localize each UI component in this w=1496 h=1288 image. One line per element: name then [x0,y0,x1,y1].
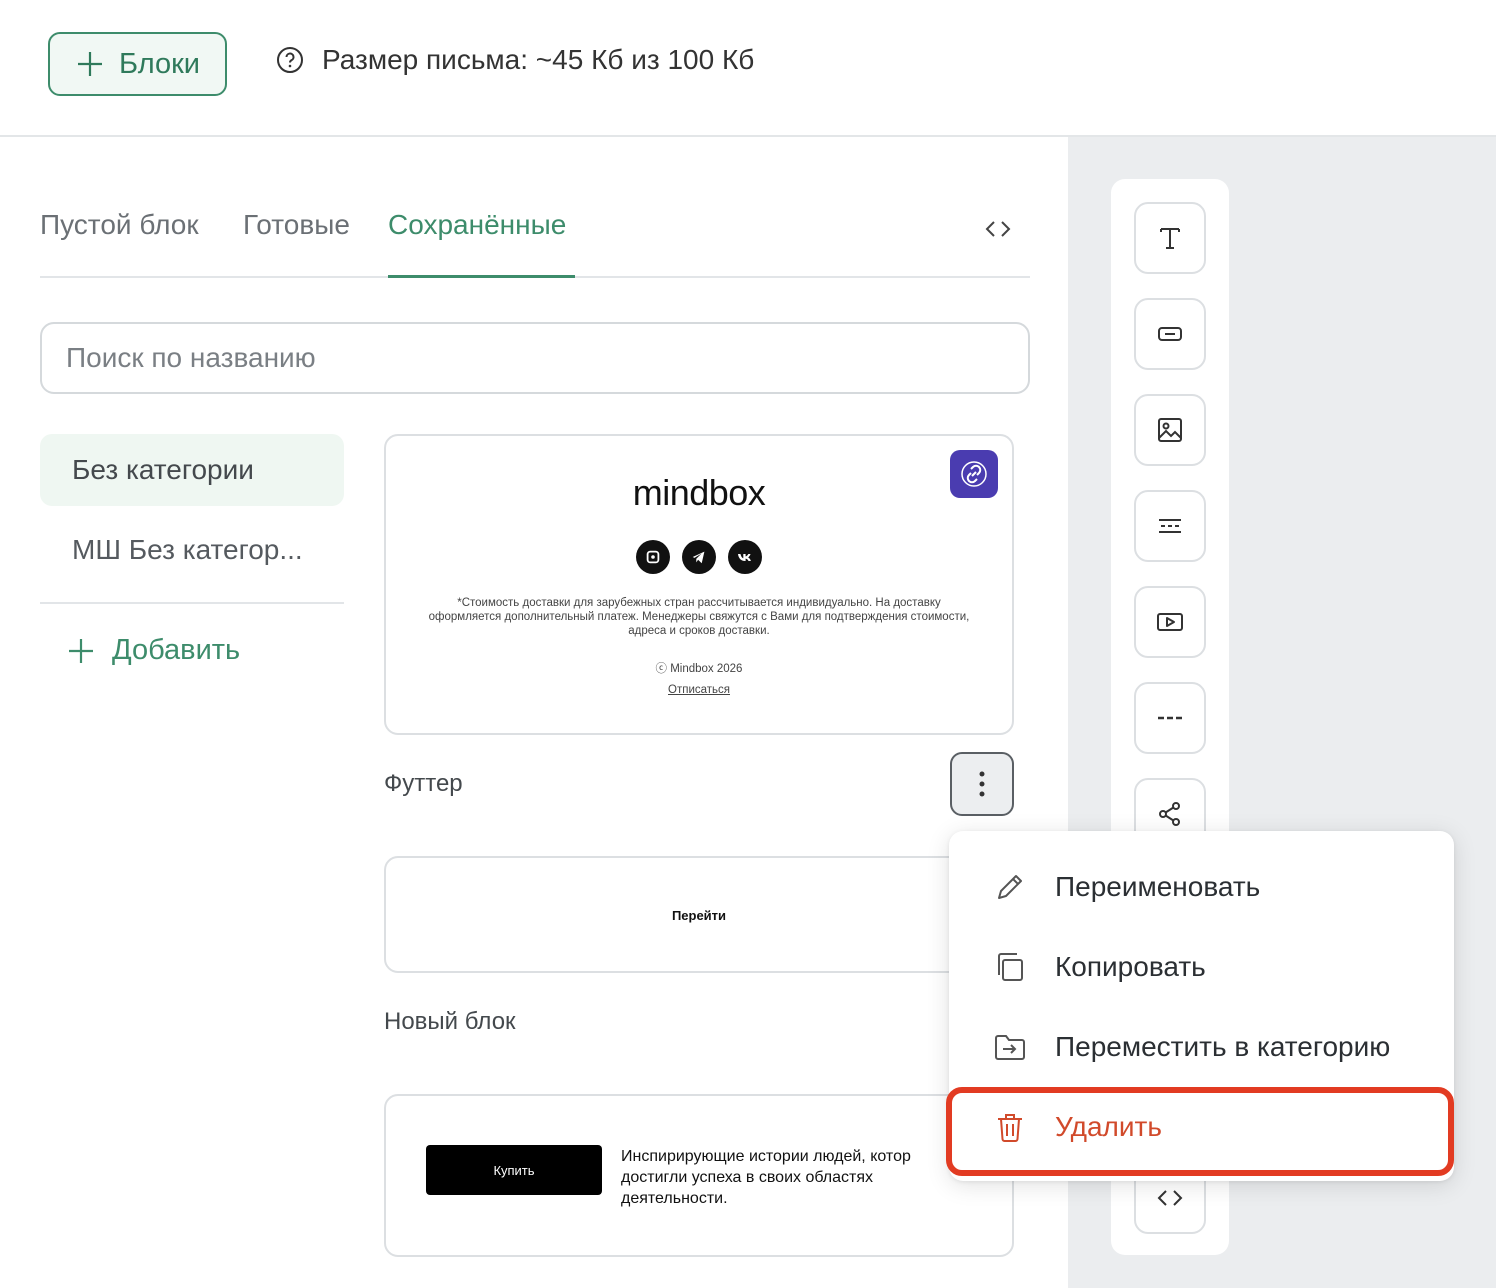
dashed-line-icon [1158,716,1182,720]
tab-ready[interactable]: Готовые [243,209,350,241]
vk-icon [728,540,762,574]
text-tool[interactable] [1134,202,1206,274]
add-category-button[interactable]: Добавить [66,634,240,667]
menu-item-delete[interactable]: Удалить [949,1087,1454,1167]
inspire-text-line: Инспирирующие истории людей, котор [621,1148,911,1165]
menu-label-delete: Удалить [1055,1111,1162,1142]
blocks-button-label: Блоки [119,47,200,80]
active-tab-indicator [388,275,575,278]
menu-label-rename: Переименовать [1055,871,1261,902]
search-input[interactable] [40,322,1030,394]
plus-icon [78,52,103,76]
menu-item-move[interactable]: Переместить в категорию [949,1007,1454,1087]
block-name-new-block: Новый блок [384,1008,516,1035]
buy-button-preview: Купить [426,1145,602,1195]
trash-icon [998,1114,1022,1142]
image-icon [1158,418,1182,442]
footer-disclaimer: *Стоимость доставки для зарубежных стран… [428,597,970,637]
dashed-line-tool[interactable] [1134,682,1206,754]
image-tool[interactable] [1134,394,1206,466]
block-tabs: Пустой блок Готовые Сохранённые [40,195,1030,278]
inspire-text: Инспирирующие истории людей, котор дости… [621,1146,961,1209]
block-context-menu: Переименовать Копировать Переместить в к… [949,831,1454,1181]
blocks-button[interactable]: Блоки [48,32,227,96]
category-divider [40,602,344,604]
footer-copyright: ⓒ Mindbox 2026 [655,663,743,675]
mindbox-logo: mindbox [632,472,766,513]
top-bar: Блоки Размер письма: ~45 Кб из 100 Кб [0,0,1496,137]
pencil-icon [998,875,1022,899]
tab-empty-block[interactable]: Пустой блок [40,209,199,241]
menu-item-rename[interactable]: Переименовать [949,847,1454,927]
category-uncategorized[interactable]: Без категории [40,434,344,506]
block-options-button[interactable] [950,752,1014,816]
button-icon [1158,327,1182,341]
divider-text-tool[interactable] [1134,490,1206,562]
category-msh-uncategorized[interactable]: МШ Без категор... [40,514,344,586]
more-vertical-icon [979,771,985,797]
inspire-text-line: достигли успеха в своих областях [621,1169,874,1186]
block-name-footer: Футтер [384,770,463,797]
video-tool[interactable] [1134,586,1206,658]
tab-saved[interactable]: Сохранённые [388,209,566,241]
telegram-icon [682,540,716,574]
menu-label-copy: Копировать [1055,951,1206,982]
menu-item-copy[interactable]: Копировать [949,927,1454,1007]
goto-button-preview: Перейти [671,908,727,923]
code-view-icon[interactable] [982,213,1014,245]
max-icon [636,540,670,574]
email-size-text: Размер письма: ~45 Кб из 100 Кб [322,44,755,75]
menu-label-move: Переместить в категорию [1055,1031,1391,1062]
block-preview-buy[interactable]: Купить Инспирирующие истории людей, кото… [384,1094,1014,1257]
move-folder-icon [995,1035,1025,1060]
help-icon[interactable] [276,46,304,74]
block-preview-new-block[interactable]: Перейти [384,856,1014,973]
copy-icon [998,953,1023,981]
unsubscribe-link: Отписаться [668,684,730,696]
social-icons [386,540,1012,574]
text-icon [1160,228,1180,249]
email-size-info: Размер письма: ~45 Кб из 100 Кб [276,44,754,76]
add-category-label: Добавить [112,634,241,666]
button-tool[interactable] [1134,298,1206,370]
plus-icon [69,638,93,663]
video-icon [1157,613,1183,631]
block-preview-footer[interactable]: mindbox *Стоимость доставки для зарубежн… [384,434,1014,735]
code-icon [1157,1190,1183,1206]
inspire-text-line: деятельности. [621,1190,728,1207]
divider-text-icon [1159,519,1181,533]
share-icon [1159,802,1180,826]
